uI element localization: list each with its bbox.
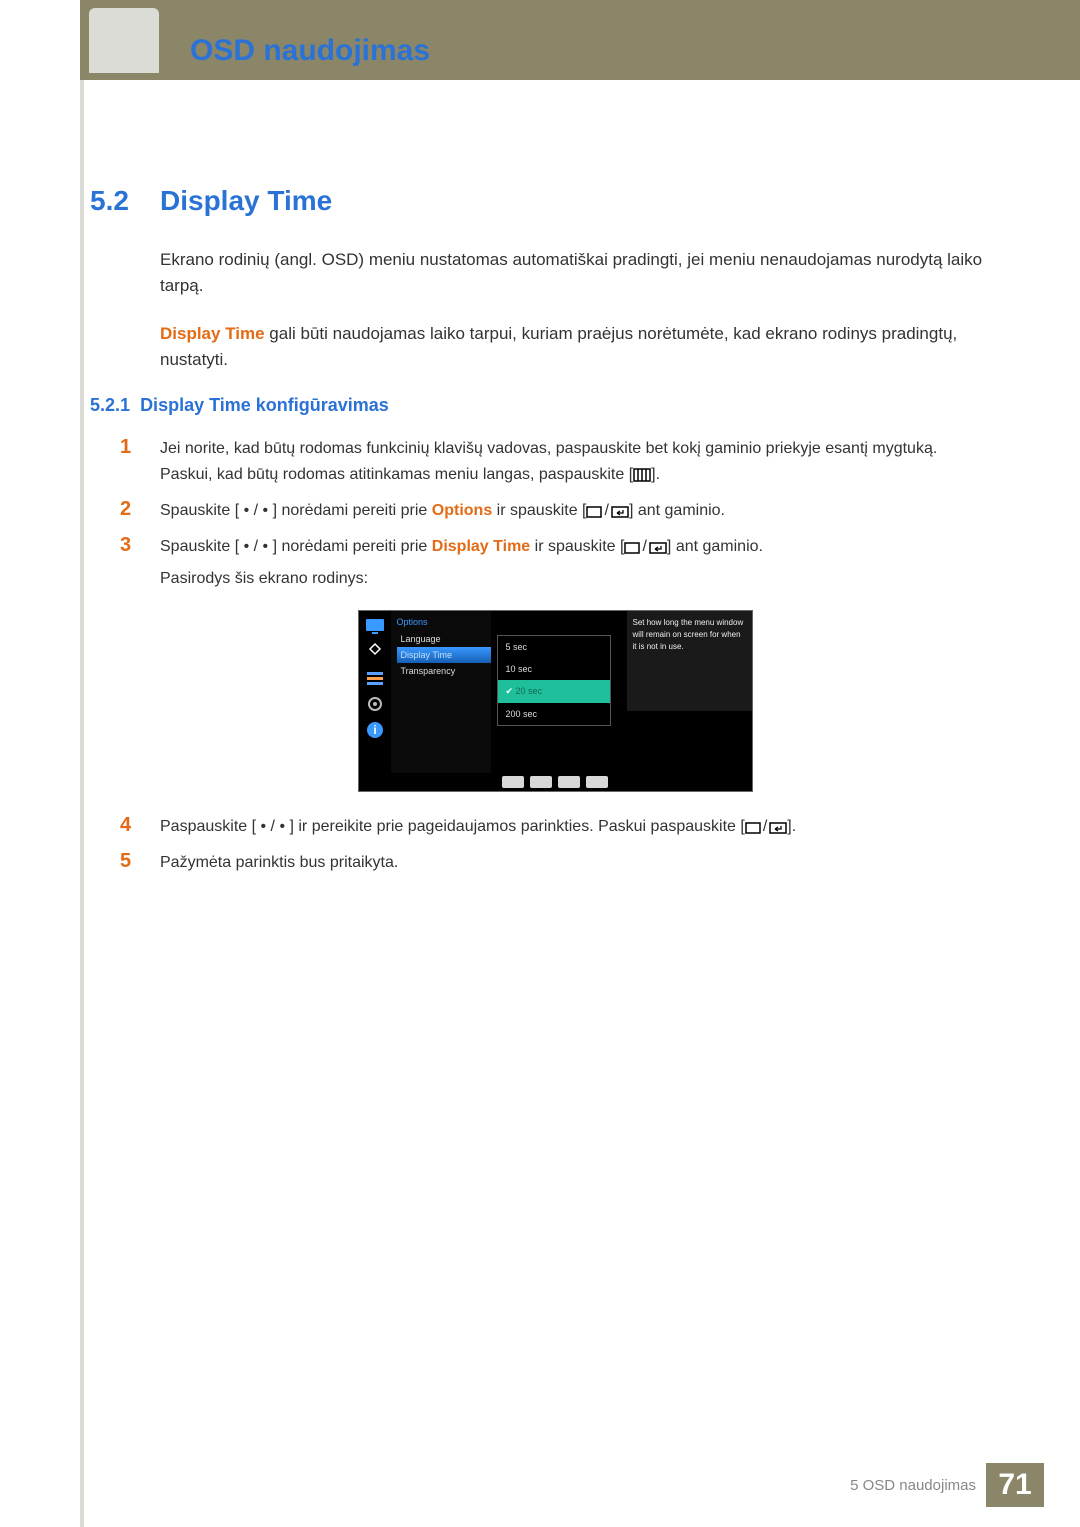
enter-icon xyxy=(611,506,629,518)
step-item: 2Spauskite [ • / • ] norėdami pereiti pr… xyxy=(120,498,990,524)
footer-chapter: 5 OSD naudojimas xyxy=(850,1477,976,1494)
step-text: Pažymėta parinktis bus pritaikyta. xyxy=(160,850,990,876)
nav-left-icon xyxy=(502,776,524,788)
step-number: 2 xyxy=(120,498,160,524)
step-text: Jei norite, kad būtų rodomas funkcinių k… xyxy=(160,436,990,488)
chapter-title: OSD naudojimas xyxy=(190,34,430,68)
monitor-icon xyxy=(362,615,388,637)
osd-nav-bar xyxy=(359,773,752,791)
source-icon xyxy=(624,542,640,554)
osd-menu-item: Display Time xyxy=(397,647,491,663)
osd-submenu-item: 20 sec xyxy=(498,680,610,703)
osd-help-text: Set how long the menu window will remain… xyxy=(627,611,752,711)
osd-submenu-item: 5 sec xyxy=(498,636,610,658)
osd-menu-header: Options xyxy=(397,617,491,627)
steps-list: 1Jei norite, kad būtų rodomas funkcinių … xyxy=(120,436,990,876)
osd-menu-list: Options LanguageDisplay TimeTransparency xyxy=(391,611,491,791)
step-text: Spauskite [ • / • ] norėdami pereiti pri… xyxy=(160,498,990,524)
step-item: 1Jei norite, kad būtų rodomas funkcinių … xyxy=(120,436,990,488)
osd-screenshot: i Options LanguageDisplay TimeTransparency… xyxy=(358,610,753,792)
source-icon xyxy=(745,822,761,834)
osd-submenu: 5 sec10 sec20 sec200 sec xyxy=(497,635,611,726)
page-footer: 5 OSD naudojimas 71 xyxy=(850,1463,1044,1507)
subsection-heading: 5.2.1 Display Time konfigūravimas xyxy=(90,395,990,416)
step-text: Spauskite [ • / • ] norėdami pereiti pri… xyxy=(160,534,990,592)
osd-menu-item: Language xyxy=(397,631,491,647)
menu-icon xyxy=(633,468,651,482)
step-item: 5Pažymėta parinktis bus pritaikyta. xyxy=(120,850,990,876)
nav-enter-icon xyxy=(586,776,608,788)
osd-menu-item: Transparency xyxy=(397,663,491,679)
osd-submenu-item: 10 sec xyxy=(498,658,610,680)
nav-up-icon xyxy=(558,776,580,788)
source-icon xyxy=(586,506,602,518)
step-number: 4 xyxy=(120,814,160,840)
info-icon: i xyxy=(362,719,388,741)
osd-sidebar-icons: i xyxy=(359,611,391,791)
page-number: 71 xyxy=(986,1463,1044,1507)
enter-icon xyxy=(649,542,667,554)
intro-paragraph-1: Ekrano rodinių (angl. OSD) meniu nustato… xyxy=(160,247,990,299)
nav-down-icon xyxy=(530,776,552,788)
list-icon xyxy=(362,667,388,689)
step-number: 1 xyxy=(120,436,160,488)
gear-icon xyxy=(362,693,388,715)
section-number: 5.2 xyxy=(90,185,160,217)
osd-submenu-item: 200 sec xyxy=(498,703,610,725)
step-number: 5 xyxy=(120,850,160,876)
step-text: Paspauskite [ • / • ] ir pereikite prie … xyxy=(160,814,990,840)
step-item: 3Spauskite [ • / • ] norėdami pereiti pr… xyxy=(120,534,990,592)
chapter-tab xyxy=(89,8,159,73)
intro-paragraph-2: Display Time gali būti naudojamas laiko … xyxy=(160,321,990,373)
left-rail xyxy=(80,80,84,1527)
step-item: 4Paspauskite [ • / • ] ir pereikite prie… xyxy=(120,814,990,840)
step-number: 3 xyxy=(120,534,160,592)
svg-text:i: i xyxy=(373,723,376,737)
highlight-term: Display Time xyxy=(160,324,265,343)
enter-icon xyxy=(769,822,787,834)
arrows-icon xyxy=(362,641,388,663)
section-title: Display Time xyxy=(160,185,332,217)
